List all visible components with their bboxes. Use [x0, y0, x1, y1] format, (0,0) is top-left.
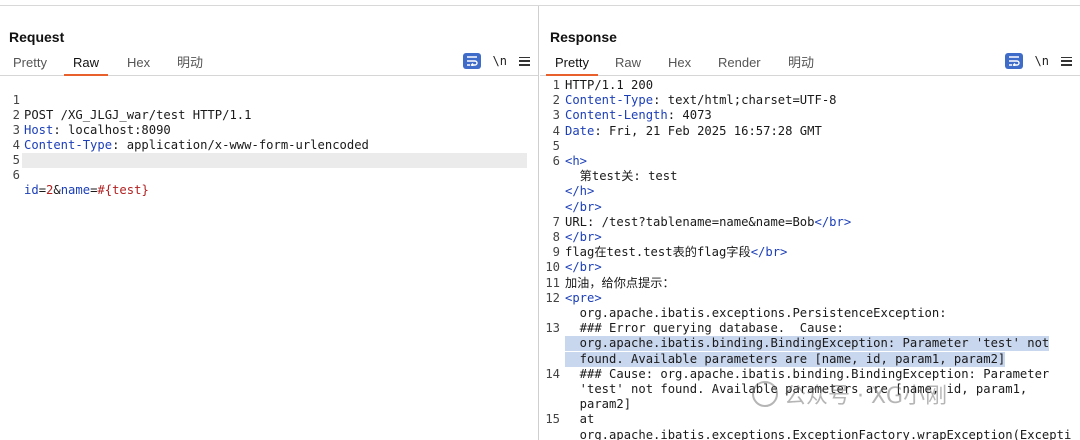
editor-line: 5: [540, 139, 1080, 154]
tab-raw[interactable]: Raw: [606, 54, 650, 76]
line-number: 15: [545, 412, 560, 427]
line-number: 12: [545, 290, 560, 305]
request-tabs: Pretty Raw Hex 明动 \n: [0, 50, 538, 76]
editor-line: 7 URL: /test?tablename=name&name=Bob</br>: [540, 215, 1080, 230]
line-text: Date: Fri, 21 Feb 2025 16:57:28 GMT: [565, 123, 822, 138]
tab-render[interactable]: Render: [709, 54, 770, 76]
editor-line: 15 at: [540, 412, 1080, 427]
line-number: 11: [545, 275, 560, 290]
selected-text: org.apache.ibatis.binding.BindingExcepti…: [565, 336, 1050, 352]
editor-line: 13 ### Error querying database. Cause:: [540, 321, 1080, 336]
line-number: 10: [545, 260, 560, 275]
word-wrap-icon[interactable]: [1004, 53, 1023, 69]
editor-line: 10 </br>: [540, 260, 1080, 275]
newline-toggle[interactable]: \n: [493, 54, 507, 68]
line-text: </h>: [565, 184, 595, 199]
line-number: 6: [552, 154, 560, 168]
line-number: 8: [552, 230, 560, 244]
line-number: 4: [552, 123, 560, 138]
tab-raw[interactable]: Raw: [64, 54, 109, 76]
line-text: Content-Length: 4073: [565, 108, 712, 123]
line-text: org.apache.ibatis.exceptions.Persistence…: [565, 306, 947, 320]
line-text: HTTP/1.1 200: [565, 78, 654, 92]
editor-line-current: 6 id=2&name=#{test}: [13, 153, 527, 197]
line-text: <h>: [565, 154, 588, 168]
request-body: id=2&name=#{test}: [24, 183, 149, 197]
editor-line: 第test关: test: [540, 169, 1080, 184]
selected-text: found. Available parameters are [name, i…: [565, 351, 1006, 367]
editor-line: org.apache.ibatis.binding.BindingExcepti…: [540, 336, 1080, 352]
response-toolbar: \n: [1004, 53, 1072, 69]
editor-line: </br>: [540, 200, 1080, 215]
editor-line: 4 Date: Fri, 21 Feb 2025 16:57:28 GMT: [540, 124, 1080, 139]
wechat-logo-icon: [752, 381, 778, 407]
editor-line: 2 Host: localhost:8090: [0, 93, 538, 137]
param-value: #{test}: [97, 183, 149, 197]
line-text: 加油，给你点提示：: [565, 275, 675, 290]
line-number: 5: [12, 153, 20, 167]
tab-action[interactable]: 明动: [779, 54, 823, 76]
editor-line: 5: [0, 138, 538, 167]
line-text: URL: /test?tablename=name&name=Bob</br>: [565, 214, 852, 229]
editor-line: 9 flag在test.test表的flag字段</br>: [540, 245, 1080, 260]
line-text: </br>: [565, 199, 602, 214]
editor-line: 3 Content-Type: application/x-www-form-u…: [0, 108, 538, 152]
tab-pretty[interactable]: Pretty: [546, 54, 598, 76]
line-number: 14: [545, 366, 560, 381]
request-editor[interactable]: 1 POST /XG_JLGJ_war/test HTTP/1.1 2 Host…: [0, 78, 538, 440]
editor-line: 8 </br>: [540, 230, 1080, 245]
word-wrap-icon[interactable]: [462, 53, 481, 69]
line-text: flag在test.test表的flag字段</br>: [565, 245, 788, 260]
line-text: 第test关: test: [565, 169, 678, 184]
line-number: 3: [552, 108, 560, 123]
line-text: ### Error querying database. Cause:: [565, 321, 844, 336]
tab-action[interactable]: 明动: [168, 54, 212, 76]
line-text: </br>: [565, 230, 602, 244]
menu-icon[interactable]: [1061, 56, 1072, 66]
editor-line: 3 Content-Length: 4073: [540, 108, 1080, 123]
line-number: 6: [12, 168, 20, 182]
line-number: 1: [552, 78, 560, 92]
editor-line: org.apache.ibatis.exceptions.ExceptionFa…: [540, 428, 1080, 440]
menu-icon[interactable]: [519, 56, 530, 66]
param-key: id: [24, 183, 39, 197]
editor-line: 1 HTTP/1.1 200: [540, 78, 1080, 93]
line-number: 2: [552, 93, 560, 108]
line-text: param2]: [565, 397, 632, 412]
request-title: Request: [9, 29, 65, 45]
editor-line: 4 Content-Length: 17: [0, 123, 538, 167]
param-value: 2: [46, 183, 54, 197]
line-number: 9: [552, 245, 560, 260]
watermark: 公众号 · XG小刚: [752, 378, 947, 410]
editor-line: 6 <h>: [540, 154, 1080, 169]
line-text: at: [565, 412, 595, 427]
tab-hex[interactable]: Hex: [659, 54, 700, 76]
response-pane: Response Pretty Raw Hex Render 明动 \n 1 HT…: [540, 6, 1080, 440]
newline-toggle[interactable]: \n: [1035, 54, 1049, 68]
response-tabs: Pretty Raw Hex Render 明动 \n: [540, 50, 1080, 76]
param-key: name: [60, 183, 91, 197]
line-text: <pre>: [565, 290, 602, 305]
editor-line: 11 加油，给你点提示：: [540, 276, 1080, 291]
line-number: 5: [552, 138, 560, 153]
line-text: </br>: [565, 260, 602, 275]
watermark-text: 公众号 · XG小刚: [784, 384, 948, 409]
editor-line: found. Available parameters are [name, i…: [540, 351, 1080, 367]
response-title: Response: [550, 29, 617, 45]
tab-hex[interactable]: Hex: [118, 54, 159, 76]
editor-line: 2 Content-Type: text/html;charset=UTF-8: [540, 93, 1080, 108]
request-toolbar: \n: [462, 53, 530, 69]
editor-line: </h>: [540, 184, 1080, 199]
editor-line: org.apache.ibatis.exceptions.Persistence…: [540, 306, 1080, 321]
request-pane: Request Pretty Raw Hex 明动 \n 1 POST /XG_…: [0, 6, 539, 440]
tab-pretty[interactable]: Pretty: [4, 54, 56, 76]
line-text: Content-Type: text/html;charset=UTF-8: [565, 93, 837, 108]
editor-line: 12 <pre>: [540, 291, 1080, 306]
line-number: 13: [545, 321, 560, 336]
line-text: org.apache.ibatis.exceptions.ExceptionFa…: [565, 427, 1072, 440]
editor-line: 1 POST /XG_JLGJ_war/test HTTP/1.1: [0, 78, 538, 122]
line-number: 7: [552, 214, 560, 229]
